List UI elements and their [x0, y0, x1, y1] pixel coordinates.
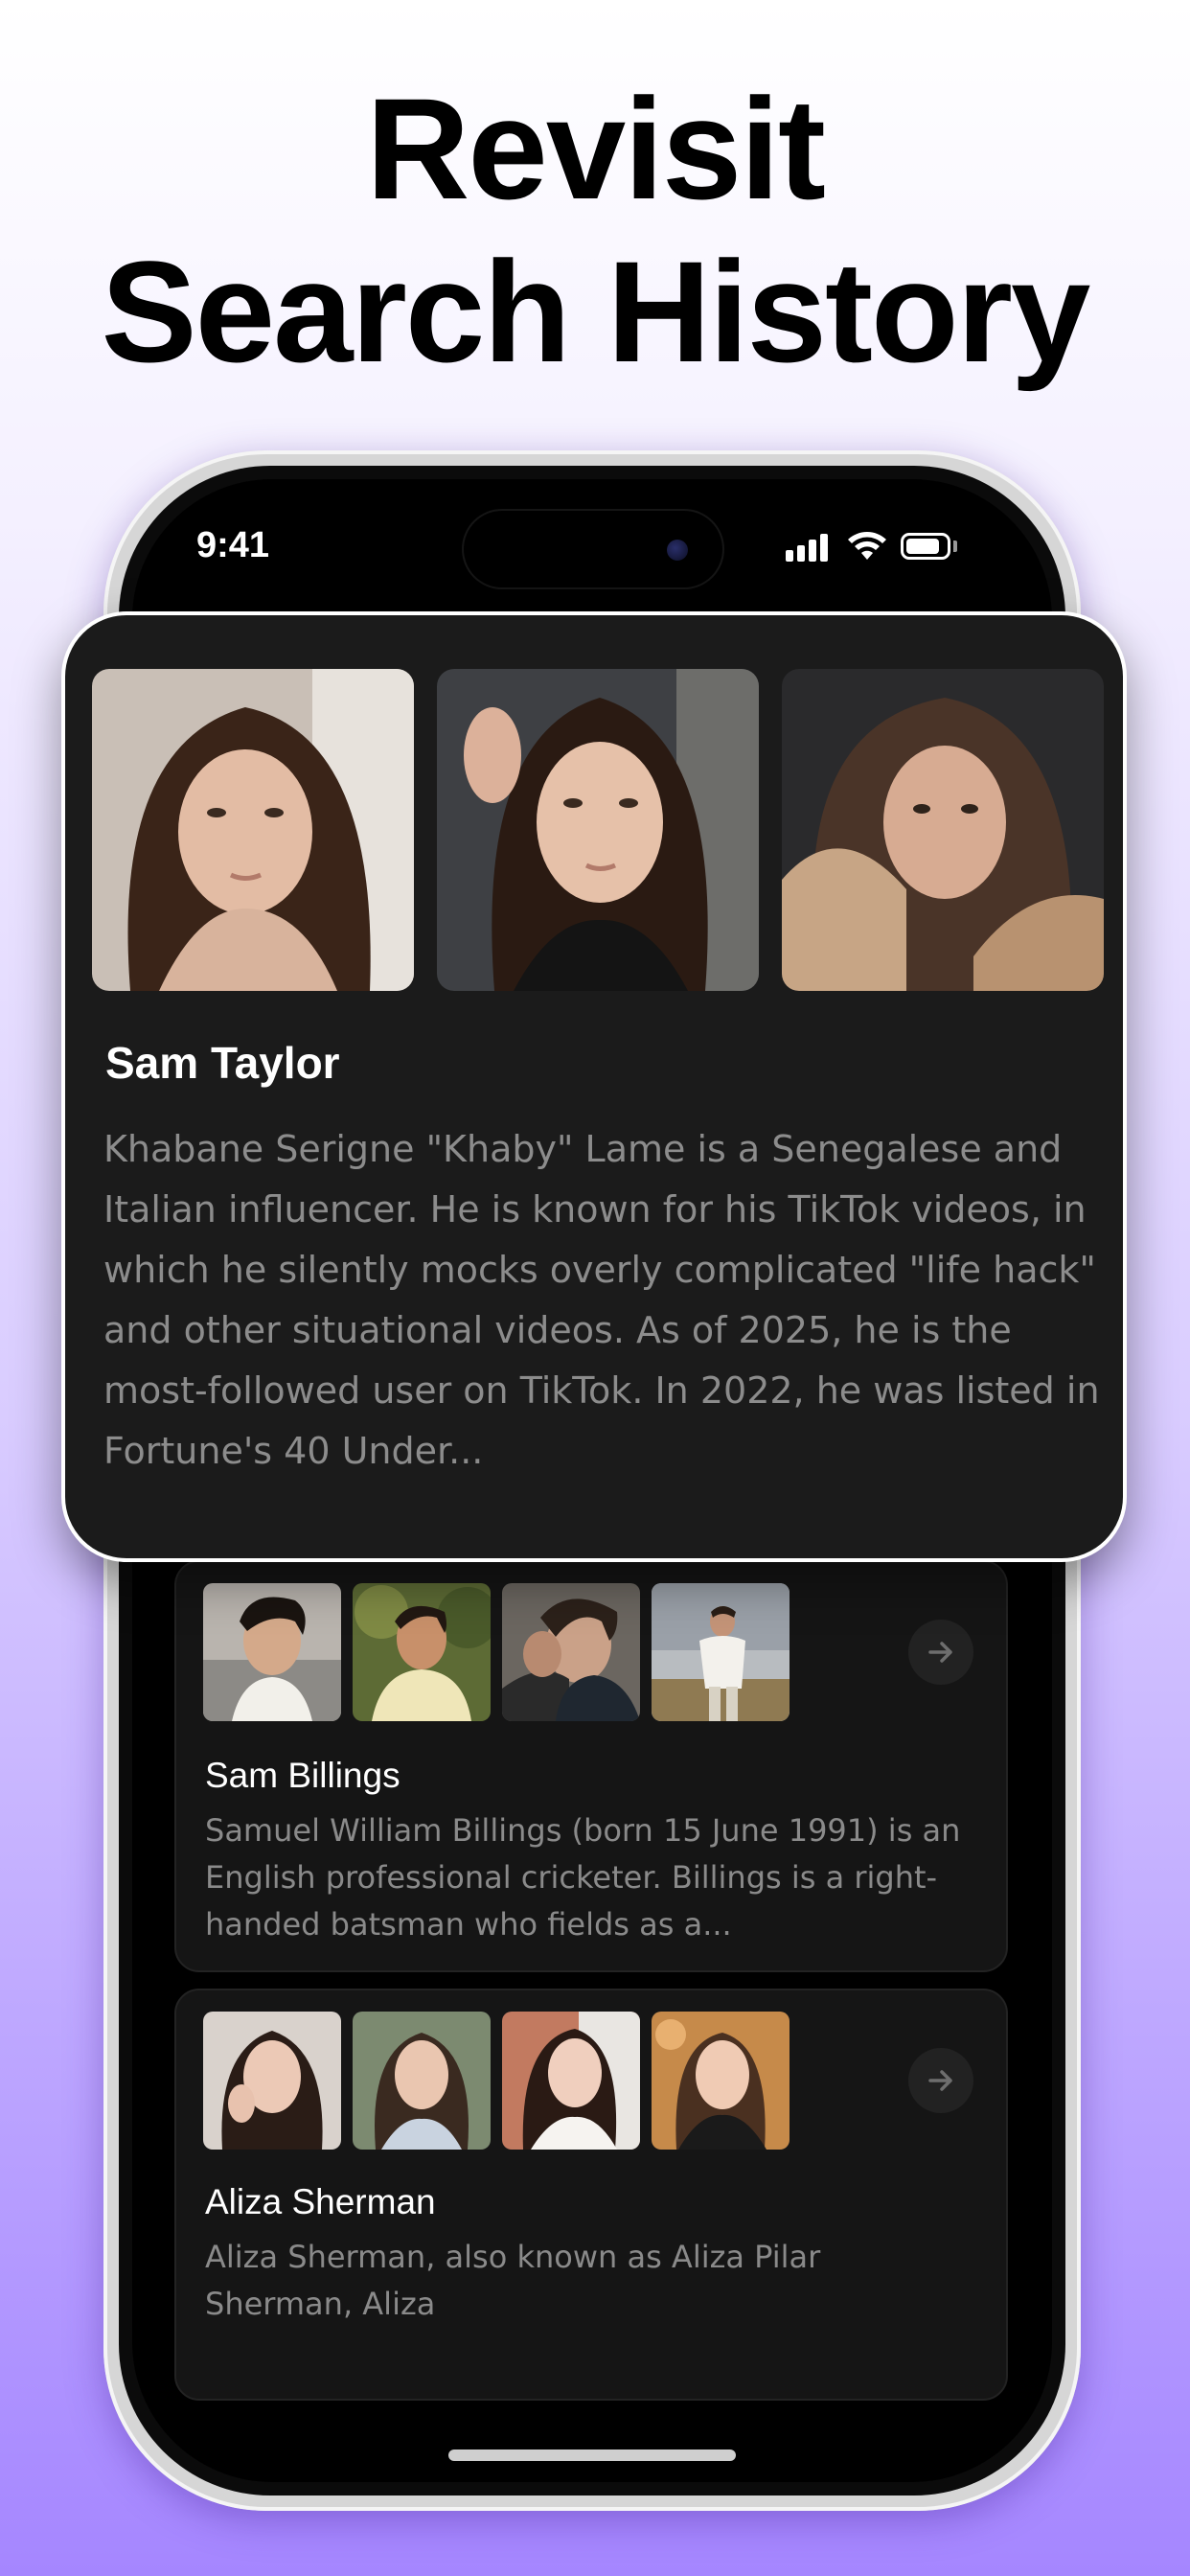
headline: Revisit Search History — [0, 67, 1190, 393]
headline-line-2: Search History — [101, 231, 1091, 392]
open-result-button[interactable] — [908, 2048, 973, 2113]
featured-name: Sam Taylor — [105, 1038, 340, 1088]
wifi-icon — [847, 531, 887, 562]
featured-photo — [782, 669, 1104, 991]
status-time: 9:41 — [196, 525, 270, 565]
featured-bio: Khabane Serigne "Khaby" Lame is a Senega… — [103, 1128, 1100, 1472]
thumbnail-photo — [502, 2012, 640, 2150]
arrow-right-icon — [928, 2070, 952, 2091]
cellular-signal-icon — [786, 529, 834, 567]
featured-photo — [437, 669, 759, 991]
result-card[interactable]: Sam Billings Samuel William Billings (bo… — [174, 1560, 1008, 1972]
headline-line-1: Revisit — [366, 68, 826, 229]
featured-result-card[interactable]: Sam Taylor Khabane Serigne "Khaby" Lame … — [61, 611, 1127, 1562]
result-card[interactable]: Aliza Sherman Aliza Sherman, also known … — [174, 1989, 1008, 2401]
thumbnail-photo — [652, 1583, 790, 1721]
arrow-right-icon — [928, 1642, 952, 1663]
thumbnail-photo — [203, 1583, 341, 1721]
result-bio: Samuel William Billings (born 15 June 19… — [205, 1812, 961, 1943]
result-name: Sam Billings — [205, 1756, 400, 1795]
status-icons — [786, 529, 977, 567]
thumbnail-photo — [502, 1583, 640, 1721]
thumbnail-photo — [652, 2012, 790, 2150]
thumbnail-photo — [203, 2012, 341, 2150]
camera-icon — [667, 540, 688, 561]
open-result-button[interactable] — [908, 1620, 973, 1685]
thumbnail-photo — [353, 2012, 491, 2150]
result-name: Aliza Sherman — [205, 2182, 436, 2221]
result-bio: Aliza Sherman, also known as Aliza Pilar… — [205, 2239, 821, 2322]
home-indicator[interactable] — [448, 2450, 736, 2461]
featured-photo — [92, 669, 414, 991]
thumbnail-photo — [353, 1583, 491, 1721]
